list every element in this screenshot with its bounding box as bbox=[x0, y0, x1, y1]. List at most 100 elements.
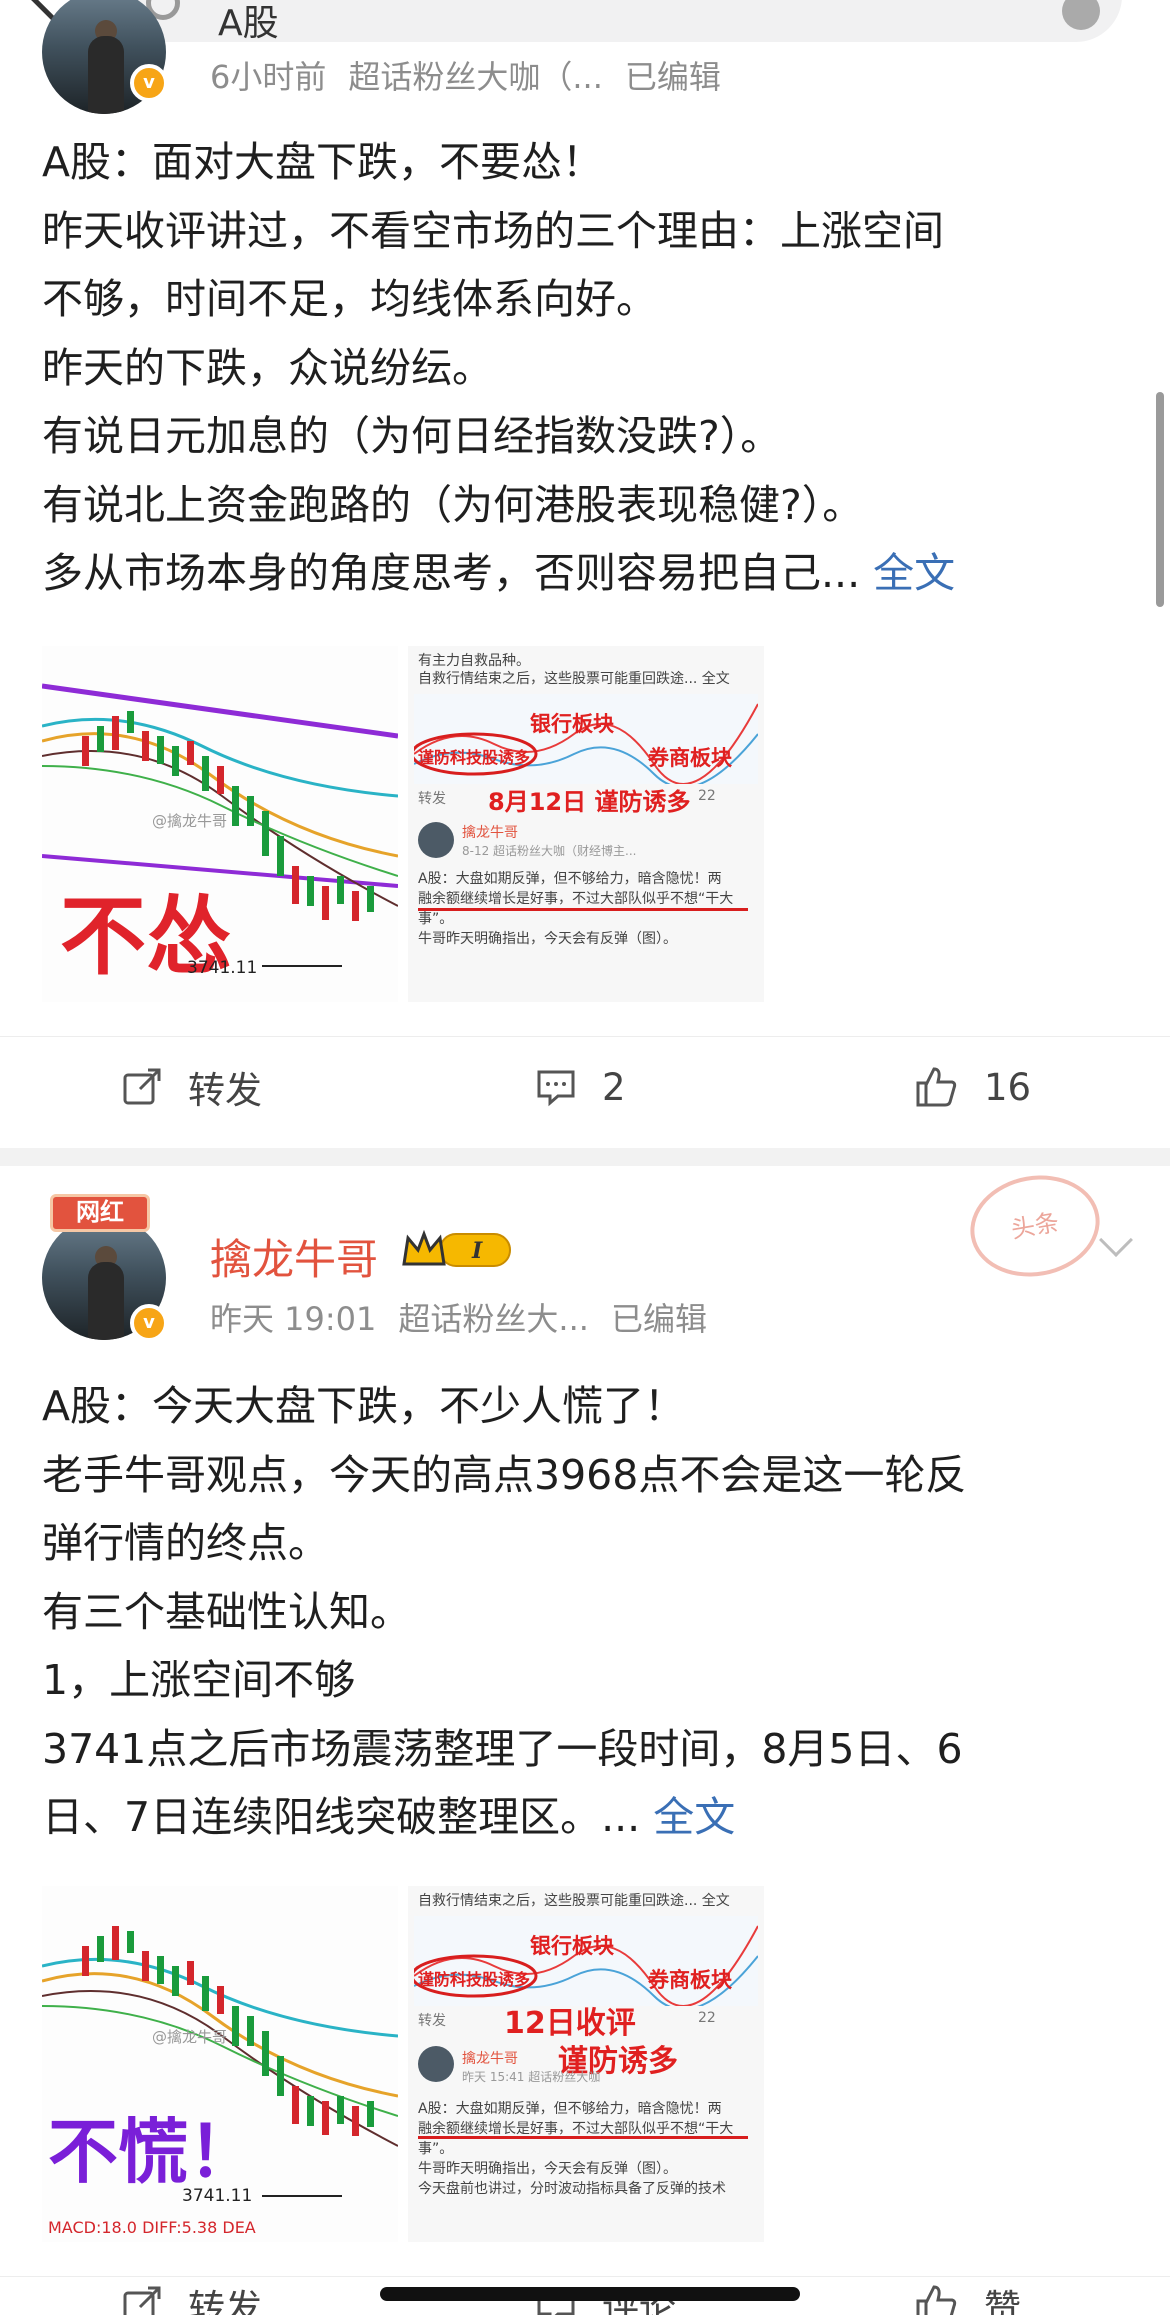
date-note: 8月12日 谨防诱多 bbox=[488, 788, 691, 816]
post-line: 昨天收评讲过，不看空市场的三个理由：上涨空间 bbox=[42, 206, 944, 255]
post-line: 弹行情的终点。 bbox=[42, 1519, 329, 1567]
screenshot-quote-line: 事”。 bbox=[418, 911, 454, 927]
search-input[interactable]: A股 bbox=[112, 0, 1122, 44]
search-query: A股 bbox=[218, 3, 279, 44]
tag-broker: 券商板块 bbox=[648, 746, 732, 770]
screenshot-quote-line: 今天盘前也讲过，分时波动指标具备了反弹的技术 bbox=[418, 2181, 726, 2197]
tag-bank: 银行板块 bbox=[530, 712, 614, 736]
post-image-chart[interactable]: 不怂 3741.11 @擒龙牛哥 bbox=[42, 646, 398, 1002]
chevron-down-icon[interactable] bbox=[1099, 1223, 1133, 1257]
like-count: 16 bbox=[984, 1065, 1032, 1109]
screenshot-quote-line: 事”。 bbox=[418, 2141, 454, 2157]
post-meta: 昨天 19:01 超话粉丝大... 已编辑 bbox=[210, 1294, 729, 1340]
repost-button[interactable]: 转发 bbox=[122, 1037, 262, 1137]
post-text[interactable]: A股：面对大盘下跌，不要怂！ 昨天收评讲过，不看空市场的三个理由：上涨空间 不够… bbox=[42, 128, 1132, 608]
post-line: 昨天的下跌，众说纷纭。 bbox=[42, 343, 493, 392]
screenshot-quote-line: 牛哥昨天明确指出，今天会有反弹（图）。 bbox=[418, 2161, 677, 2177]
repost-label: 转发 bbox=[188, 2287, 262, 2315]
post-meta: 6小时前 超话粉丝大咖（... 已编辑 bbox=[210, 52, 743, 98]
screenshot-avatar bbox=[418, 822, 454, 858]
chart-headline: 不慌！ bbox=[48, 2111, 258, 2193]
post-line-text: 日、7日连续阳线突破整理区。... bbox=[42, 1793, 641, 1841]
screenshot-avatar bbox=[418, 2046, 454, 2082]
post-line: 3741点之后市场震荡整理了一段时间，8月5日、6 bbox=[42, 1724, 963, 1773]
post-image-chart[interactable]: 不慌！ 3741.11 @擒龙牛哥 MACD:18.0 DIFF:5.38 DE… bbox=[42, 1886, 398, 2242]
share-icon bbox=[123, 2286, 161, 2315]
verified-icon: v bbox=[130, 1304, 168, 1342]
screenshot-quote-line: A股：大盘如期反弹，但不够给力，暗含隐忧！两 bbox=[418, 871, 722, 887]
like-button[interactable]: 16 bbox=[914, 1037, 1031, 1137]
screenshot-author: 擒龙牛哥 bbox=[462, 2051, 518, 2067]
home-indicator[interactable] bbox=[380, 2287, 800, 2301]
screenshot-author-meta: 8-12 超话粉丝大咖（财经博主... bbox=[462, 844, 637, 858]
comment-icon bbox=[537, 1070, 575, 1107]
thumbs-up-icon bbox=[916, 1067, 957, 1107]
screenshot-author: 擒龙牛哥 bbox=[462, 825, 518, 841]
post-line-text: 多从市场本身的角度思考，否则容易把自己... bbox=[42, 549, 861, 597]
feed-post: 网红 v 擒龙牛哥 I 头条 昨天 19:01 超话粉丝大... 已编辑 A股：今天… bbox=[0, 1165, 1170, 2315]
tag-tech: 谨防科技股诱多 bbox=[418, 1970, 531, 1989]
read-more-link[interactable]: 全文 bbox=[653, 1793, 735, 1841]
influencer-badge: 网红 bbox=[50, 1194, 150, 1232]
screenshot-like-count: 22 bbox=[698, 2010, 716, 2026]
post-line: 1，上涨空间不够 bbox=[42, 1656, 356, 1704]
post-line: 多从市场本身的角度思考，否则容易把自己... 全文 bbox=[42, 539, 1132, 608]
post-line: 日、7日连续阳线突破整理区。... 全文 bbox=[42, 1783, 1132, 1852]
headline-stamp: 头条 bbox=[962, 1165, 1108, 1287]
edited-label: 已编辑 bbox=[610, 1300, 707, 1338]
top-bar: A股 bbox=[0, 0, 1170, 46]
screenshot-text-line: 有主力自救品种。 bbox=[418, 653, 530, 669]
screenshot-text-line: 自救行情结束之后，这些股票可能重回跌途... 全文 bbox=[418, 671, 730, 687]
post-text[interactable]: A股：今天大盘下跌，不少人慌了！ 老手牛哥观点，今天的高点3968点不会是这一轮… bbox=[42, 1372, 1132, 1852]
post-line: 老手牛哥观点，今天的高点3968点不会是这一轮反 bbox=[42, 1450, 967, 1499]
thumbs-up-icon bbox=[916, 2285, 957, 2315]
comment-button[interactable]: 2 bbox=[536, 1037, 626, 1137]
post-time: 昨天 19:01 bbox=[210, 1300, 377, 1338]
scrollbar[interactable] bbox=[1156, 392, 1164, 607]
price-label: 3741.11 bbox=[187, 958, 258, 978]
screenshot-quote-line: A股：大盘如期反弹，但不够给力，暗含隐忧！两 bbox=[418, 2101, 722, 2117]
repost-label: 转发 bbox=[188, 1069, 262, 1112]
crown-level-icon: I bbox=[402, 1229, 511, 1267]
post-line: 有说北上资金跑路的（为何港股表现稳健?）。 bbox=[42, 480, 864, 529]
watermark: @擒龙牛哥 bbox=[152, 812, 228, 830]
comment-count: 2 bbox=[602, 1065, 626, 1109]
post-line: A股：面对大盘下跌，不要怂！ bbox=[42, 138, 604, 186]
post-line: A股：今天大盘下跌，不少人慌了！ bbox=[42, 1382, 686, 1430]
level-text: I bbox=[471, 1238, 483, 1264]
screenshot-repost: 转发 bbox=[418, 2013, 446, 2029]
tag-tech: 谨防科技股诱多 bbox=[418, 748, 531, 767]
post-time: 6小时前 bbox=[210, 58, 327, 96]
share-icon bbox=[123, 1068, 161, 1105]
indicator-footer: MACD:18.0 DIFF:5.38 DEA bbox=[48, 2218, 256, 2237]
screenshot-like-count: 22 bbox=[698, 788, 716, 804]
comment-button[interactable]: 评论 bbox=[536, 2255, 676, 2315]
tag-bank: 银行板块 bbox=[530, 1934, 614, 1958]
screenshot-author-meta: 昨天 15:41 超话粉丝大咖 bbox=[462, 2070, 601, 2084]
post-line: 有说日元加息的（为何日经指数没跌?）。 bbox=[42, 412, 782, 460]
verified-icon: v bbox=[130, 64, 168, 102]
post-line: 有三个基础性认知。 bbox=[42, 1587, 411, 1636]
screenshot-quote-line: 融余额继续增长是好事，不过大部队似乎不想“干大 bbox=[418, 891, 734, 907]
like-label: 赞 bbox=[984, 2287, 1021, 2315]
read-more-link[interactable]: 全文 bbox=[873, 549, 955, 597]
price-label: 3741.11 bbox=[182, 2186, 253, 2206]
post-image-screenshot[interactable]: 有主力自救品种。 自救行情结束之后，这些股票可能重回跌途... 全文 银行板块 … bbox=[408, 646, 764, 1002]
username[interactable]: 擒龙牛哥 bbox=[210, 1226, 378, 1287]
post-image-screenshot[interactable]: 自救行情结束之后，这些股票可能重回跌途... 全文 银行板块 谨防科技股诱多 券… bbox=[408, 1886, 764, 2242]
post-source[interactable]: 超话粉丝大... bbox=[398, 1300, 589, 1338]
screenshot-quote-line: 融余额继续增长是好事，不过大部队似乎不想“干大 bbox=[418, 2121, 734, 2137]
post-separator bbox=[0, 1148, 1170, 1166]
post-line: 不够，时间不足，均线体系向好。 bbox=[42, 275, 657, 323]
post-action-bar: 转发 2 16 bbox=[0, 1036, 1170, 1136]
clear-icon[interactable] bbox=[1062, 0, 1100, 30]
watermark: @擒龙牛哥 bbox=[152, 2028, 228, 2046]
screenshot-repost: 转发 bbox=[418, 791, 446, 807]
feed-post: v 6小时前 超话粉丝大咖（... 已编辑 A股：面对大盘下跌，不要怂！ 昨天收评讲… bbox=[0, 0, 1170, 1148]
post-source[interactable]: 超话粉丝大咖（... bbox=[348, 58, 603, 96]
screenshot-quote-line: 牛哥昨天明确指出，今天会有反弹（图）。 bbox=[418, 931, 677, 947]
tag-broker: 券商板块 bbox=[648, 1968, 732, 1992]
repost-button[interactable]: 转发 bbox=[122, 2255, 262, 2315]
like-button[interactable]: 赞 bbox=[914, 2255, 1021, 2315]
edited-label: 已编辑 bbox=[624, 58, 721, 96]
